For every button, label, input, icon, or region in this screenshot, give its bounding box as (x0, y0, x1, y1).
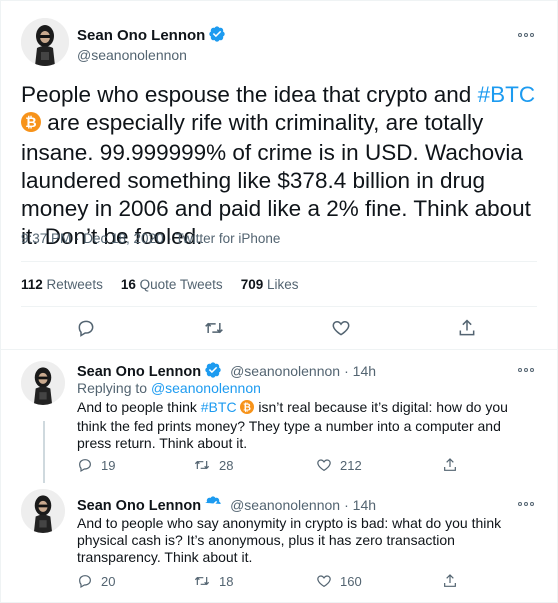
tweet-timestamp[interactable]: 9:37 PM · Dec 18, 2020 · Twitter for iPh… (21, 231, 280, 246)
avatar[interactable] (21, 18, 69, 66)
retweet-button[interactable] (203, 318, 225, 338)
tweet-detail-panel: Sean Ono Lennon @seanonolennon People wh… (0, 0, 558, 603)
share-button[interactable] (457, 318, 477, 338)
reply-icon (79, 575, 91, 589)
like-icon (317, 459, 331, 472)
reply-icon (78, 320, 94, 337)
divider (1, 349, 557, 350)
share-icon (444, 574, 456, 587)
replying-to-handle[interactable]: @seanonolennon (151, 380, 261, 396)
replying-to: Replying to @seanonolennon (77, 380, 261, 396)
retweets-label: Retweets (46, 277, 103, 292)
reply-button[interactable]: 20 (77, 573, 115, 589)
reply-author-name[interactable]: Sean Ono Lennon (77, 498, 201, 514)
quotes-label: Quote Tweets (139, 277, 223, 292)
retweet-count: 18 (219, 573, 234, 589)
like-button[interactable]: 212 (316, 457, 362, 473)
reply-author-row: Sean Ono Lennon @seanonolennon · 14h (77, 495, 376, 514)
reply-button[interactable] (76, 318, 96, 338)
like-count: 212 (340, 457, 362, 473)
avatar-image (21, 361, 65, 405)
tweet-text: People who espouse the idea that crypto … (21, 81, 541, 251)
reply-author-name[interactable]: Sean Ono Lennon (77, 364, 201, 380)
bitcoin-icon: ₿ (21, 111, 41, 139)
reply-age[interactable]: · 14h (344, 497, 376, 513)
reply-text: And to people think #BTC ₿ isn’t real be… (77, 399, 537, 452)
share-icon (444, 458, 456, 471)
bitcoin-icon: ₿ (240, 400, 255, 418)
reply-count: 20 (101, 573, 116, 589)
quotes-count: 16 (120, 277, 136, 292)
likes-count: 709 (240, 277, 264, 292)
more-options-icon[interactable] (515, 365, 537, 375)
reply-icon (79, 459, 91, 473)
svg-text:₿: ₿ (25, 115, 36, 131)
reply-count: 19 (101, 457, 116, 473)
avatar[interactable] (21, 489, 65, 533)
likes-stat[interactable]: 709 Likes (241, 277, 299, 292)
hashtag-link[interactable]: #BTC (478, 82, 536, 107)
like-button[interactable]: 160 (316, 573, 362, 589)
hashtag-link[interactable]: #BTC (201, 399, 237, 415)
reply-age[interactable]: · 14h (344, 363, 376, 379)
retweets-count: 112 (21, 277, 43, 292)
author-handle[interactable]: @seanonolennon (77, 47, 187, 63)
retweet-count: 28 (219, 457, 234, 473)
avatar-image (21, 489, 65, 533)
more-options-icon[interactable] (515, 30, 537, 40)
more-options-icon[interactable] (515, 499, 537, 509)
author-name[interactable]: Sean Ono Lennon (77, 27, 205, 44)
retweet-icon (205, 322, 223, 334)
avatar-image (21, 18, 69, 66)
tweet-text-part1: People who espouse the idea that crypto … (21, 82, 478, 107)
replying-to-label: Replying to (77, 380, 151, 396)
quote-tweets-stat[interactable]: 16 Quote Tweets (121, 277, 223, 292)
like-count: 160 (340, 573, 362, 589)
divider (21, 261, 537, 262)
verified-badge-icon (204, 495, 222, 513)
share-icon (459, 319, 475, 336)
reply-author-handle[interactable]: @seanonolennon (230, 497, 340, 513)
reply-author-row: Sean Ono Lennon @seanonolennon · 14h (77, 361, 376, 380)
author-row: Sean Ono Lennon (77, 25, 226, 45)
retweets-stat[interactable]: 112 Retweets (21, 277, 103, 292)
verified-badge-icon (208, 25, 226, 43)
retweet-icon (194, 576, 210, 586)
reply-button[interactable]: 19 (77, 457, 115, 473)
likes-label: Likes (266, 277, 299, 292)
verified-badge-icon (204, 361, 222, 379)
retweet-icon (194, 460, 210, 470)
thread-connector (43, 421, 45, 483)
avatar[interactable] (21, 361, 65, 405)
tweet-stats: 112 Retweets 16 Quote Tweets 709 Likes (21, 277, 299, 292)
reply-author-handle[interactable]: @seanonolennon (230, 363, 340, 379)
reply-text-part1: And to people think (77, 399, 201, 415)
svg-text:₿: ₿ (243, 403, 251, 414)
retweet-button[interactable]: 28 (193, 457, 233, 473)
tweet-text-part2: are especially rife with criminality, ar… (21, 110, 531, 249)
like-icon (317, 575, 331, 588)
divider (21, 306, 537, 307)
share-button[interactable] (442, 457, 458, 473)
like-button[interactable] (331, 318, 351, 338)
retweet-button[interactable]: 18 (193, 573, 233, 589)
like-icon (332, 320, 350, 336)
reply-text: And to people who say anonymity in crypt… (77, 515, 502, 565)
share-button[interactable] (442, 573, 458, 589)
